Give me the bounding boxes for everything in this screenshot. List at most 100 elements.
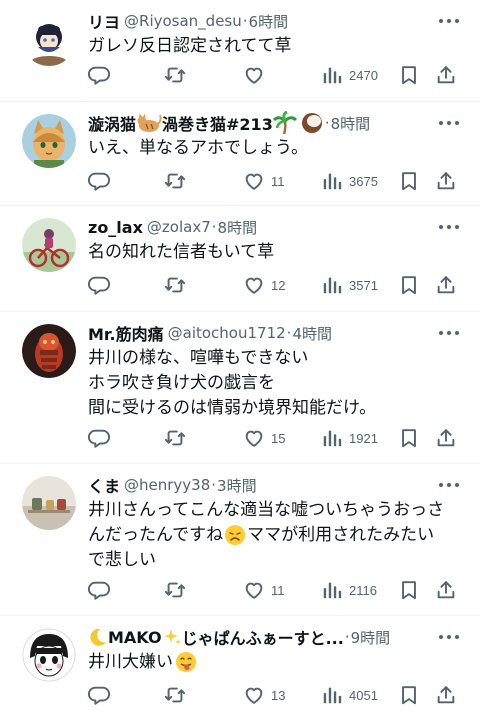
reply-button[interactable] xyxy=(88,273,116,297)
bookmark-icon xyxy=(398,170,420,192)
share-icon xyxy=(435,170,457,192)
display-name[interactable]: zo_lax xyxy=(88,218,143,237)
reply-button[interactable] xyxy=(88,63,116,87)
views-button[interactable]: 2470 xyxy=(321,63,378,87)
avatar[interactable] xyxy=(22,218,76,272)
views-button[interactable]: 2116 xyxy=(321,578,377,602)
retweet-button[interactable] xyxy=(164,273,192,297)
share-button[interactable] xyxy=(435,273,457,297)
tweet-item[interactable]: Mr.筋肉痛 @aitochou1712 · 4時間 井川の様な、喧嘩もできない… xyxy=(0,312,480,464)
display-name[interactable]: 漩涡猫 xyxy=(88,111,136,135)
retweet-button[interactable] xyxy=(164,169,192,193)
timestamp[interactable]: 6時間 xyxy=(249,11,289,32)
like-count: 12 xyxy=(271,277,286,293)
tweet-text-segment: ママが利用されたみたい xyxy=(247,525,435,545)
like-button[interactable]: 13 xyxy=(243,683,285,707)
avatar[interactable] xyxy=(22,476,76,530)
retweet-button[interactable] xyxy=(164,63,192,87)
bookmark-icon xyxy=(398,274,420,296)
bookmark-button[interactable] xyxy=(398,578,420,602)
reply-icon xyxy=(88,579,110,601)
user-handle[interactable]: @zolax7 xyxy=(147,218,211,236)
avatar[interactable] xyxy=(22,12,76,66)
heart-icon xyxy=(243,64,265,86)
views-button[interactable]: 4051 xyxy=(321,683,378,707)
retweet-button[interactable] xyxy=(164,578,192,602)
reply-feed: リヨ @Riyosan_desu · 6時間 ガレソ反日認定されてて草 2470… xyxy=(0,0,480,714)
more-icon[interactable] xyxy=(434,324,464,342)
display-name[interactable]: MAKO xyxy=(108,628,162,647)
like-button[interactable]: 15 xyxy=(243,426,285,450)
heart-icon xyxy=(243,579,265,601)
share-button[interactable] xyxy=(435,683,457,707)
tweet-text: 井川大嫌い xyxy=(88,650,468,675)
timestamp[interactable]: 8時間 xyxy=(218,217,258,238)
display-name-rest[interactable]: 渦巻き猫#213 xyxy=(162,111,273,135)
retweet-icon xyxy=(164,274,186,296)
retweet-icon xyxy=(164,64,186,86)
reply-icon xyxy=(88,64,110,86)
tweet-text-line: ホラ吹き負け犬の戯言を xyxy=(88,373,275,393)
bookmark-button[interactable] xyxy=(398,273,420,297)
view-count: 2470 xyxy=(349,67,378,83)
like-button[interactable]: 12 xyxy=(243,273,285,297)
reply-button[interactable] xyxy=(88,578,116,602)
avatar[interactable] xyxy=(22,628,76,682)
timestamp[interactable]: 8時間 xyxy=(331,113,371,134)
like-count: 13 xyxy=(271,687,286,703)
crescent-moon-emoji-icon xyxy=(90,628,106,646)
tweet-text: 井川さんってこんな適当な嘘ついちゃうおっさ んだったんですね ママが利用されたみた… xyxy=(88,498,468,573)
user-handle[interactable]: @aitochou1712 xyxy=(168,324,286,342)
timestamp[interactable]: 4時間 xyxy=(292,323,332,344)
tweet-header: zo_lax @zolax7 · 8時間 xyxy=(88,214,448,240)
action-bar: 13 4051 xyxy=(0,683,480,707)
bookmark-button[interactable] xyxy=(398,683,420,707)
like-button[interactable] xyxy=(243,63,271,87)
views-button[interactable]: 3675 xyxy=(321,169,378,193)
more-icon[interactable] xyxy=(434,476,464,494)
more-icon[interactable] xyxy=(434,114,464,132)
views-button[interactable]: 3571 xyxy=(321,273,378,297)
more-icon[interactable] xyxy=(434,628,464,646)
reply-button[interactable] xyxy=(88,426,116,450)
tweet-item[interactable]: リヨ @Riyosan_desu · 6時間 ガレソ反日認定されてて草 2470 xyxy=(0,0,480,102)
user-handle[interactable]: @Riyosan_desu xyxy=(124,12,242,30)
tweet-item[interactable]: 漩涡猫 渦巻き猫#213 · 8時間 いえ、単なるアホでしょう。 11 3675 xyxy=(0,102,480,206)
retweet-button[interactable] xyxy=(164,426,192,450)
tweet-item[interactable]: MAKO じゃぱんふぁーすと... · 9時間 井川大嫌い 13 4051 xyxy=(0,616,480,714)
display-name-rest[interactable]: じゃぱんふぁーすと... xyxy=(182,625,344,649)
like-button[interactable]: 11 xyxy=(243,578,285,602)
bookmark-button[interactable] xyxy=(398,63,420,87)
more-icon[interactable] xyxy=(434,218,464,236)
reply-button[interactable] xyxy=(88,169,116,193)
tweet-item[interactable]: くま @henryy38 · 3時間 井川さんってこんな適当な嘘ついちゃうおっさ… xyxy=(0,464,480,616)
reply-icon xyxy=(88,684,110,706)
share-button[interactable] xyxy=(435,426,457,450)
avatar[interactable] xyxy=(22,324,76,378)
reply-button[interactable] xyxy=(88,683,116,707)
more-icon[interactable] xyxy=(434,12,464,30)
heart-icon xyxy=(243,170,265,192)
display-name[interactable]: Mr.筋肉痛 xyxy=(88,321,164,345)
tweet-text-line: 間に受けるのは情弱か境界知能だけ。 xyxy=(88,398,377,418)
views-icon xyxy=(321,64,343,86)
display-name[interactable]: くま xyxy=(88,473,120,497)
bookmark-button[interactable] xyxy=(398,169,420,193)
separator-dot: · xyxy=(286,324,292,342)
bookmark-button[interactable] xyxy=(398,426,420,450)
user-handle[interactable]: @henryy38 xyxy=(124,476,210,494)
share-button[interactable] xyxy=(435,578,457,602)
tweet-header: Mr.筋肉痛 @aitochou1712 · 4時間 xyxy=(88,320,448,346)
views-button[interactable]: 1921 xyxy=(321,426,378,450)
timestamp[interactable]: 9時間 xyxy=(351,627,391,648)
tweet-text-line: で悲しい xyxy=(88,550,156,570)
views-icon xyxy=(321,170,343,192)
tweet-item[interactable]: zo_lax @zolax7 · 8時間 名の知れた信者もいて草 12 3571 xyxy=(0,206,480,312)
share-button[interactable] xyxy=(435,169,457,193)
display-name[interactable]: リヨ xyxy=(88,9,120,33)
avatar[interactable] xyxy=(22,114,76,168)
like-button[interactable]: 11 xyxy=(243,169,285,193)
timestamp[interactable]: 3時間 xyxy=(217,475,257,496)
share-button[interactable] xyxy=(435,63,457,87)
retweet-button[interactable] xyxy=(164,683,192,707)
